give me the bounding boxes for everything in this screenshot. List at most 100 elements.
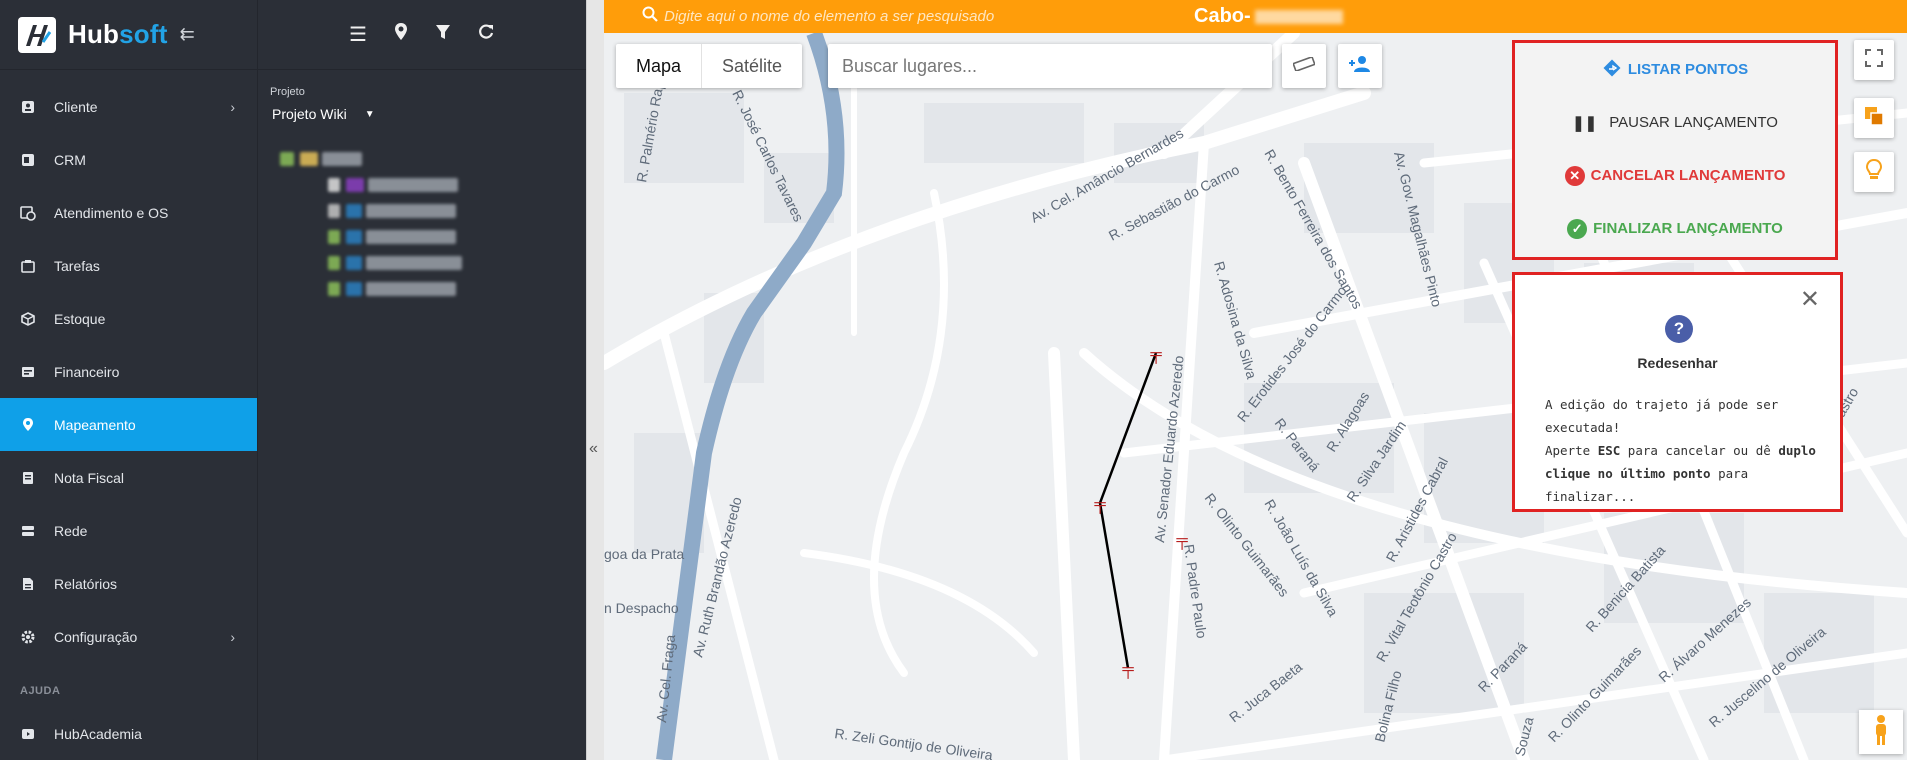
nav-label: Cliente [54, 98, 98, 115]
tree-node[interactable] [280, 146, 586, 172]
project-selected: Projeto Wiki [272, 106, 347, 122]
nav-item-financeiro[interactable]: Financeiro [0, 345, 257, 398]
fullscreen-button[interactable] [1854, 40, 1894, 80]
nav-label: CRM [54, 151, 86, 168]
menu-icon[interactable]: ☰ [349, 22, 367, 47]
money-icon [20, 364, 36, 380]
nav-item-crm[interactable]: CRM [0, 133, 257, 186]
map-type-toggle: Mapa Satélite [616, 44, 803, 88]
nav-item-rede[interactable]: Rede [0, 504, 257, 557]
nav-item-relatorios[interactable]: Relatórios [0, 557, 257, 610]
ruler-icon [1292, 55, 1316, 76]
brand-name: Hubsoft [68, 19, 168, 49]
nav-label: HubAcademia [54, 725, 142, 742]
question-icon: ? [1665, 315, 1693, 343]
map-topbar: Digite aqui o nome do elemento a ser pes… [604, 0, 1907, 33]
nav-label: Mapeamento [54, 416, 136, 433]
map-type-satelite[interactable]: Satélite [702, 44, 802, 88]
add-user-icon [1348, 55, 1372, 78]
sidebar: Hubsoft ⇇ Cliente › CRM Atendimento e OS… [0, 0, 257, 760]
filter-icon[interactable] [435, 23, 451, 47]
project-select[interactable]: Projeto Wiki ▼ [272, 106, 375, 122]
nav-label: Estoque [54, 310, 106, 327]
tree-node[interactable] [280, 172, 586, 198]
pegman-icon [1872, 714, 1890, 751]
tips-button[interactable] [1854, 152, 1894, 192]
redraw-help-box: ✕ ? Redesenhar A edição do trajeto já po… [1512, 272, 1843, 512]
tree-node[interactable] [280, 224, 586, 250]
collapse-sidebar-icon[interactable]: ⇇ [180, 24, 195, 45]
tree-node[interactable] [280, 250, 586, 276]
main-nav: Cliente › CRM Atendimento e OS Tarefas E… [0, 70, 257, 760]
tree-node[interactable] [280, 276, 586, 302]
nav-label: Atendimento e OS [54, 204, 169, 221]
nav-section-title: AJUDA [20, 685, 61, 697]
nav-label: Relatórios [54, 575, 118, 592]
close-icon[interactable]: ✕ [1800, 285, 1820, 314]
project-toolbar: ☰ [258, 0, 586, 70]
layers-icon [1863, 105, 1885, 132]
nav-item-mapeamento[interactable]: Mapeamento [0, 398, 257, 451]
search-icon [642, 6, 658, 27]
list-points-button[interactable]: LISTAR PONTOS [1515, 43, 1835, 96]
refresh-icon[interactable] [477, 23, 495, 47]
ruler-button[interactable] [1282, 44, 1326, 88]
cancel-launch-button[interactable]: ✕ CANCELAR LANÇAMENTO [1515, 149, 1835, 202]
nav-item-hubacademia[interactable]: HubAcademia [0, 707, 257, 760]
nav-label: Nota Fiscal [54, 469, 125, 486]
nav-item-atendimento[interactable]: Atendimento e OS [0, 186, 257, 239]
project-tree [280, 146, 586, 302]
street-view-pegman[interactable] [1859, 710, 1903, 754]
help-body: A edição do trajeto já pode ser executad… [1545, 397, 1816, 504]
add-client-button[interactable] [1338, 44, 1382, 88]
pause-launch-button[interactable]: ❚❚ PAUSAR LANÇAMENTO [1515, 96, 1835, 149]
nav-label: Financeiro [54, 363, 120, 380]
launch-actions-panel: LISTAR PONTOS ❚❚ PAUSAR LANÇAMENTO ✕ CAN… [1512, 40, 1838, 260]
id-card-icon [20, 99, 36, 115]
map-type-mapa[interactable]: Mapa [616, 44, 703, 88]
gear-icon [20, 629, 36, 645]
map-area[interactable]: Digite aqui o nome do elemento a ser pes… [604, 0, 1907, 760]
svg-text:╤: ╤ [1093, 496, 1106, 514]
chevron-right-icon: › [230, 628, 235, 645]
finish-launch-button[interactable]: ✓ FINALIZAR LANÇAMENTO [1515, 202, 1835, 255]
nav-item-tarefas[interactable]: Tarefas [0, 239, 257, 292]
lightbulb-icon [1865, 158, 1883, 186]
directions-icon [1602, 58, 1622, 82]
svg-text:╤: ╤ [1121, 661, 1134, 679]
svg-text:n Despacho: n Despacho [604, 600, 679, 616]
network-icon [20, 523, 36, 539]
element-search-input[interactable]: Digite aqui o nome do elemento a ser pes… [664, 8, 1144, 25]
check-circle-icon: ✓ [1567, 218, 1588, 239]
places-search-input[interactable]: Buscar lugares... [828, 44, 1272, 88]
crm-icon [20, 152, 36, 168]
invoice-icon [20, 470, 36, 486]
report-icon [20, 576, 36, 592]
project-panel: ☰ Projeto Projeto Wiki ▼ [257, 0, 586, 760]
cable-title: Cabo- [1194, 5, 1343, 28]
nav-item-cliente[interactable]: Cliente › [0, 80, 257, 133]
help-title: Redesenhar [1637, 355, 1718, 371]
close-circle-icon: ✕ [1564, 165, 1585, 186]
chevron-right-icon: › [230, 98, 235, 115]
collapse-panel-icon[interactable]: « [589, 440, 598, 458]
nav-label: Configuração [54, 628, 138, 645]
panel-splitter[interactable]: « [586, 0, 604, 760]
nav-item-estoque[interactable]: Estoque [0, 292, 257, 345]
location-pin-icon[interactable] [393, 22, 409, 48]
play-icon [20, 726, 36, 742]
nav-item-configuracao[interactable]: Configuração › [0, 610, 257, 663]
layers-button[interactable] [1854, 98, 1894, 138]
caret-down-icon: ▼ [364, 108, 375, 120]
tasks-icon [20, 258, 36, 274]
fullscreen-icon [1865, 48, 1883, 72]
map-pin-icon [20, 417, 36, 433]
nav-item-nota-fiscal[interactable]: Nota Fiscal [0, 451, 257, 504]
calendar-clock-icon [20, 205, 36, 221]
hubsoft-logo-icon[interactable] [18, 16, 56, 53]
box-icon [20, 311, 36, 327]
svg-text:╤: ╤ [1149, 346, 1162, 364]
svg-text:goa da Prata: goa da Prata [604, 546, 684, 562]
brand: Hubsoft ⇇ [0, 0, 257, 70]
tree-node[interactable] [280, 198, 586, 224]
